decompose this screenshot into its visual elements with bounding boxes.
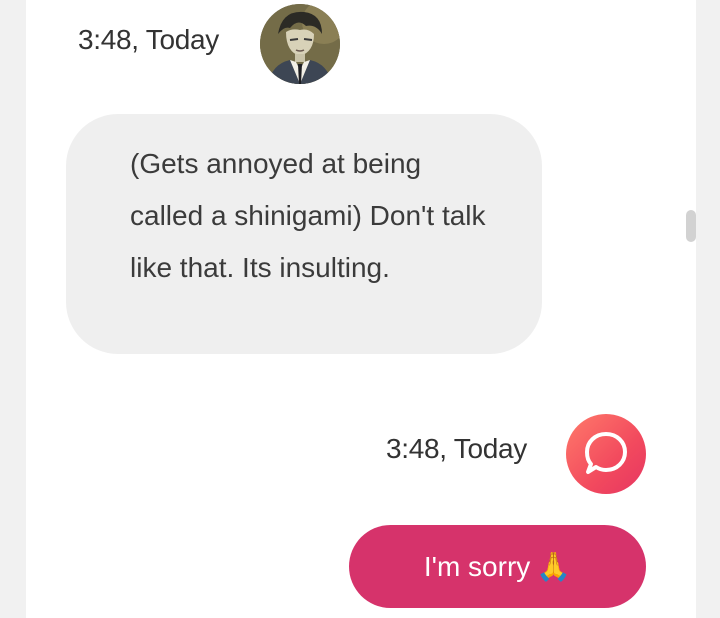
praying-hands-icon: 🙏 <box>536 551 572 582</box>
chat-screen: 3:48, Today (Gets annoyed at being calle… <box>0 0 720 618</box>
bot-message-bubble[interactable]: (Gets annoyed at being called a shinigam… <box>66 114 542 354</box>
chat-bubble-icon[interactable] <box>566 414 646 494</box>
user-message-timestamp: 3:48, Today <box>386 433 527 464</box>
character-avatar[interactable] <box>260 4 340 84</box>
user-message-text: I'm sorry <box>423 550 531 582</box>
character-avatar-icon <box>260 4 340 84</box>
bot-message-text: (Gets annoyed at being called a shinigam… <box>130 148 486 283</box>
bot-message-timestamp: 3:48, Today <box>78 24 219 55</box>
scrollbar-thumb[interactable] <box>686 210 696 242</box>
user-message-bubble[interactable]: I'm sorry 🙏 <box>349 525 646 608</box>
speech-bubble-icon <box>585 432 627 474</box>
